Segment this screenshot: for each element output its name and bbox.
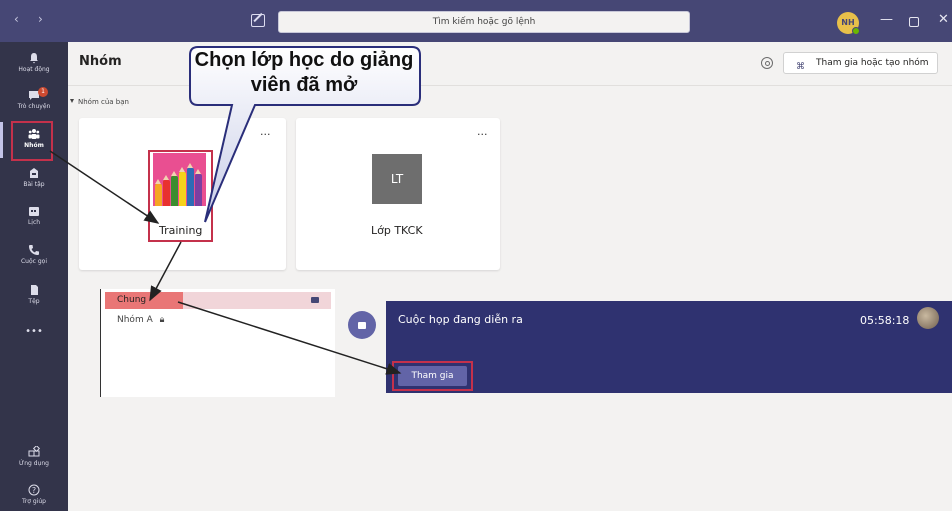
arrow-chung-to-join (177, 301, 402, 375)
callout-text: Chọn lớp học do giảng viên đã mở (194, 49, 414, 96)
arrow-training-to-chung (149, 241, 182, 302)
annotation-overlay (49, 46, 421, 375)
arrow-nhom-to-training (49, 150, 160, 224)
